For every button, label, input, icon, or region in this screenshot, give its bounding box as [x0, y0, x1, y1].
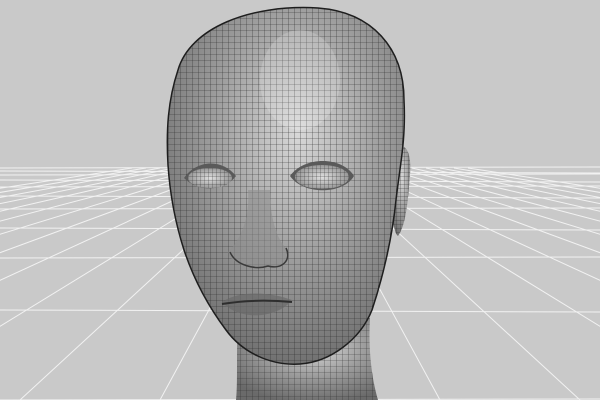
3d-viewport[interactable]	[0, 0, 600, 400]
grid-line	[467, 167, 600, 189]
grid-line	[0, 167, 133, 189]
grid-line	[0, 167, 175, 205]
grid-line	[383, 167, 600, 235]
grid-line	[0, 167, 147, 193]
grid-line	[0, 167, 189, 212]
grid-line	[425, 167, 600, 205]
forehead-highlight	[260, 30, 340, 130]
head-model[interactable]	[166, 6, 411, 400]
grid-line	[453, 167, 600, 193]
viewport-canvas[interactable]	[0, 0, 600, 400]
grid-line	[411, 167, 600, 212]
